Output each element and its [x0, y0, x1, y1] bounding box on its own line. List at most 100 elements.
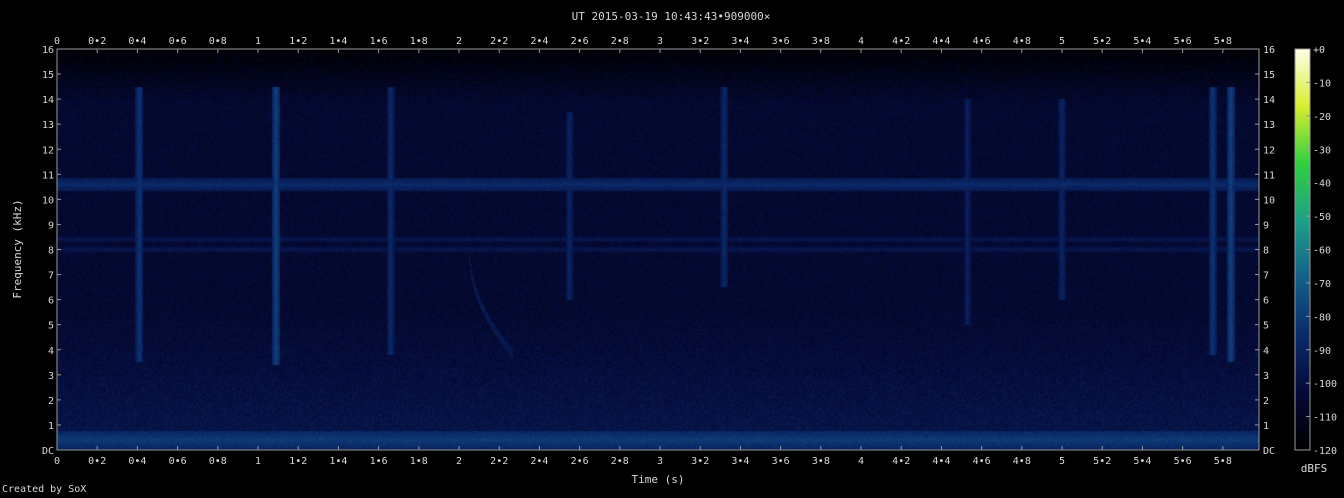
x-tick-label: 2•2 [490, 456, 508, 467]
x-tick-label: 5•8 [1214, 36, 1232, 47]
x-tick-label: 2•6 [571, 456, 589, 467]
x-tick-label: 3•2 [691, 456, 709, 467]
x-tick-label: 4•6 [973, 36, 991, 47]
x-tick-label: 0 [54, 36, 60, 47]
y-tick-label: 15 [42, 70, 54, 81]
x-tick-label: 2•8 [611, 456, 629, 467]
y-tick-label-right: 5 [1263, 321, 1269, 332]
x-tick-label: 0•8 [209, 456, 227, 467]
x-tick-label: 5•6 [1174, 456, 1192, 467]
y-tick-label: 2 [48, 396, 54, 407]
x-tick-label: 3•4 [731, 456, 749, 467]
x-tick-label: 0•2 [88, 456, 106, 467]
x-tick-label: 1•6 [370, 36, 388, 47]
x-tick-label: 1•8 [410, 456, 428, 467]
y-tick-label: 6 [48, 296, 54, 307]
y-tick-label-right: 14 [1263, 95, 1275, 106]
x-tick-label: 0•8 [209, 36, 227, 47]
x-tick-label: 5 [1059, 456, 1065, 467]
x-axis-label: Time (s) [632, 473, 685, 486]
x-tick-label: 1•4 [329, 456, 347, 467]
y-axis-label: Frequency (kHz) [11, 199, 24, 298]
x-tick-label: 2•2 [490, 36, 508, 47]
x-tick-label: 2•8 [611, 36, 629, 47]
x-tick-label: 4•8 [1013, 456, 1031, 467]
x-tick-label: 0•6 [169, 36, 187, 47]
x-tick-label: 4•2 [892, 36, 910, 47]
y-tick-label: 13 [42, 120, 54, 131]
y-tick-label-right: 13 [1263, 120, 1275, 131]
y-tick-label-right: 4 [1263, 346, 1269, 357]
x-tick-label: 3•6 [772, 36, 790, 47]
y-tick-label-right: 6 [1263, 296, 1269, 307]
x-tick-label: 3•6 [772, 456, 790, 467]
x-tick-label: 2 [456, 456, 462, 467]
colorbar-tick-label: -10 [1313, 78, 1331, 89]
y-tick-label: 8 [48, 246, 54, 257]
x-tick-label: 2 [456, 36, 462, 47]
x-tick-label: 1•8 [410, 36, 428, 47]
x-tick-label: 1 [255, 456, 261, 467]
y-tick-label: DC [42, 446, 54, 457]
colorbar-tick-label: -50 [1313, 212, 1331, 223]
y-tick-label-right: 3 [1263, 371, 1269, 382]
colorbar-label: dBFS [1301, 462, 1328, 475]
colorbar-tick-label: -90 [1313, 346, 1331, 357]
x-tick-label: 1•2 [289, 36, 307, 47]
x-tick-label: 1 [255, 36, 261, 47]
x-tick-label: 1•2 [289, 456, 307, 467]
spectrogram-chart: UT 2015-03-19 10:43:43•909000× 0 0 0•2 0•2 0… [11, 10, 1337, 486]
y-tick-label: 16 [42, 45, 54, 56]
x-tick-label: 3•8 [812, 456, 830, 467]
x-tick-label: 3•4 [731, 36, 749, 47]
x-tick-label: 1•6 [370, 456, 388, 467]
x-tick-label: 5•6 [1174, 36, 1192, 47]
y-tick-label-right: 10 [1263, 195, 1275, 206]
x-tick-label: 4•2 [892, 456, 910, 467]
x-tick-label: 2•6 [571, 36, 589, 47]
y-tick-label: 10 [42, 195, 54, 206]
x-tick-label: 4•4 [932, 36, 950, 47]
colorbar-ticks: +0 -10 -20 -30 -40 -50 -60 -70 -80 -90 -100 -110 -12… [1306, 45, 1337, 457]
colorbar-tick-label: +0 [1313, 45, 1325, 56]
x-tick-label: 0•6 [169, 456, 187, 467]
colorbar-tick-label: -80 [1313, 312, 1331, 323]
x-tick-label: 5 [1059, 36, 1065, 47]
y-tick-label-right: 7 [1263, 271, 1269, 282]
colorbar-tick-label: -20 [1313, 112, 1331, 123]
y-tick-label: 1 [48, 421, 54, 432]
y-tick-label-right: 12 [1263, 145, 1275, 156]
y-tick-label: 12 [42, 145, 54, 156]
x-tick-label: 4•8 [1013, 36, 1031, 47]
x-tick-label: 2•4 [530, 36, 548, 47]
colorbar-tick-label: -60 [1313, 246, 1331, 257]
y-tick-label-right: DC [1263, 446, 1275, 457]
x-tick-label: 5•4 [1133, 36, 1151, 47]
colorbar-tick-label: -30 [1313, 145, 1331, 156]
x-tick-label: 0•2 [88, 36, 106, 47]
colorbar-tick-label: -40 [1313, 179, 1331, 190]
spectrogram-plot [57, 49, 1259, 450]
y-tick-label-right: 11 [1263, 170, 1275, 181]
colorbar-tick-label: -100 [1313, 379, 1337, 390]
x-tick-label: 5•2 [1093, 36, 1111, 47]
x-tick-label: 5•8 [1214, 456, 1232, 467]
x-tick-label: 3 [657, 36, 663, 47]
x-tick-label: 4 [858, 36, 864, 47]
y-tick-label-right: 8 [1263, 246, 1269, 257]
y-tick-label: 14 [42, 95, 54, 106]
y-tick-label-right: 9 [1263, 220, 1269, 231]
y-tick-label: 9 [48, 220, 54, 231]
y-tick-label-right: 15 [1263, 70, 1275, 81]
y-tick-label-right: 1 [1263, 421, 1269, 432]
y-tick-label: 5 [48, 321, 54, 332]
x-tick-label: 4•4 [932, 456, 950, 467]
colorbar-tick-label: -110 [1313, 413, 1337, 424]
x-tick-label: 0 [54, 456, 60, 467]
x-tick-label: 2•4 [530, 456, 548, 467]
x-tick-label: 3•8 [812, 36, 830, 47]
y-tick-label-right: 2 [1263, 396, 1269, 407]
colorbar-tick-label: -70 [1313, 279, 1331, 290]
y-tick-label: 11 [42, 170, 54, 181]
y-tick-label: 7 [48, 271, 54, 282]
